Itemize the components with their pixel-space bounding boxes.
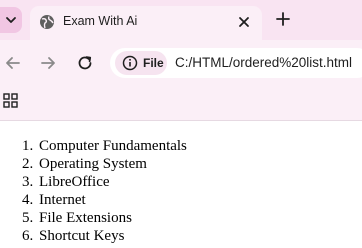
list-item: 3. LibreOffice: [22, 174, 110, 190]
list-item: 4. Internet: [22, 192, 86, 208]
close-icon[interactable]: [236, 14, 252, 30]
url-text[interactable]: C:/HTML/ordered%20list.html: [175, 55, 352, 70]
browser-toolbar: File C:/HTML/ordered%20list.html: [0, 40, 362, 86]
tab-search-button[interactable]: [0, 7, 22, 33]
ordered-list: 1. Computer Fundamentals 2. Operating Syst…: [0, 137, 187, 245]
forward-arrow-icon[interactable]: [39, 54, 57, 72]
list-item: 5. File Extensions: [22, 210, 132, 226]
site-info-chip[interactable]: File: [115, 51, 167, 75]
plus-icon[interactable]: [275, 11, 291, 27]
page-content: 1. Computer Fundamentals 2. Operating Syst…: [0, 121, 362, 248]
tab-strip: Exam With Ai: [0, 0, 362, 40]
globe-icon: [40, 15, 54, 29]
list-item: 1. Computer Fundamentals: [22, 138, 187, 154]
list-item: 2. Operating System: [22, 156, 147, 172]
reload-icon[interactable]: [76, 54, 94, 72]
address-bar[interactable]: File C:/HTML/ordered%20list.html: [110, 48, 362, 78]
chevron-down-icon: [6, 17, 16, 23]
list-item: 6. Shortcut Keys: [22, 228, 125, 244]
apps-grid-icon[interactable]: [3, 93, 19, 109]
browser-tab[interactable]: Exam With Ai: [30, 6, 262, 40]
back-arrow-icon[interactable]: [4, 54, 22, 72]
tab-title: Exam With Ai: [63, 14, 138, 28]
site-chip-label: File: [143, 56, 164, 70]
info-icon: [122, 55, 138, 71]
bookmarks-bar: [0, 86, 362, 121]
